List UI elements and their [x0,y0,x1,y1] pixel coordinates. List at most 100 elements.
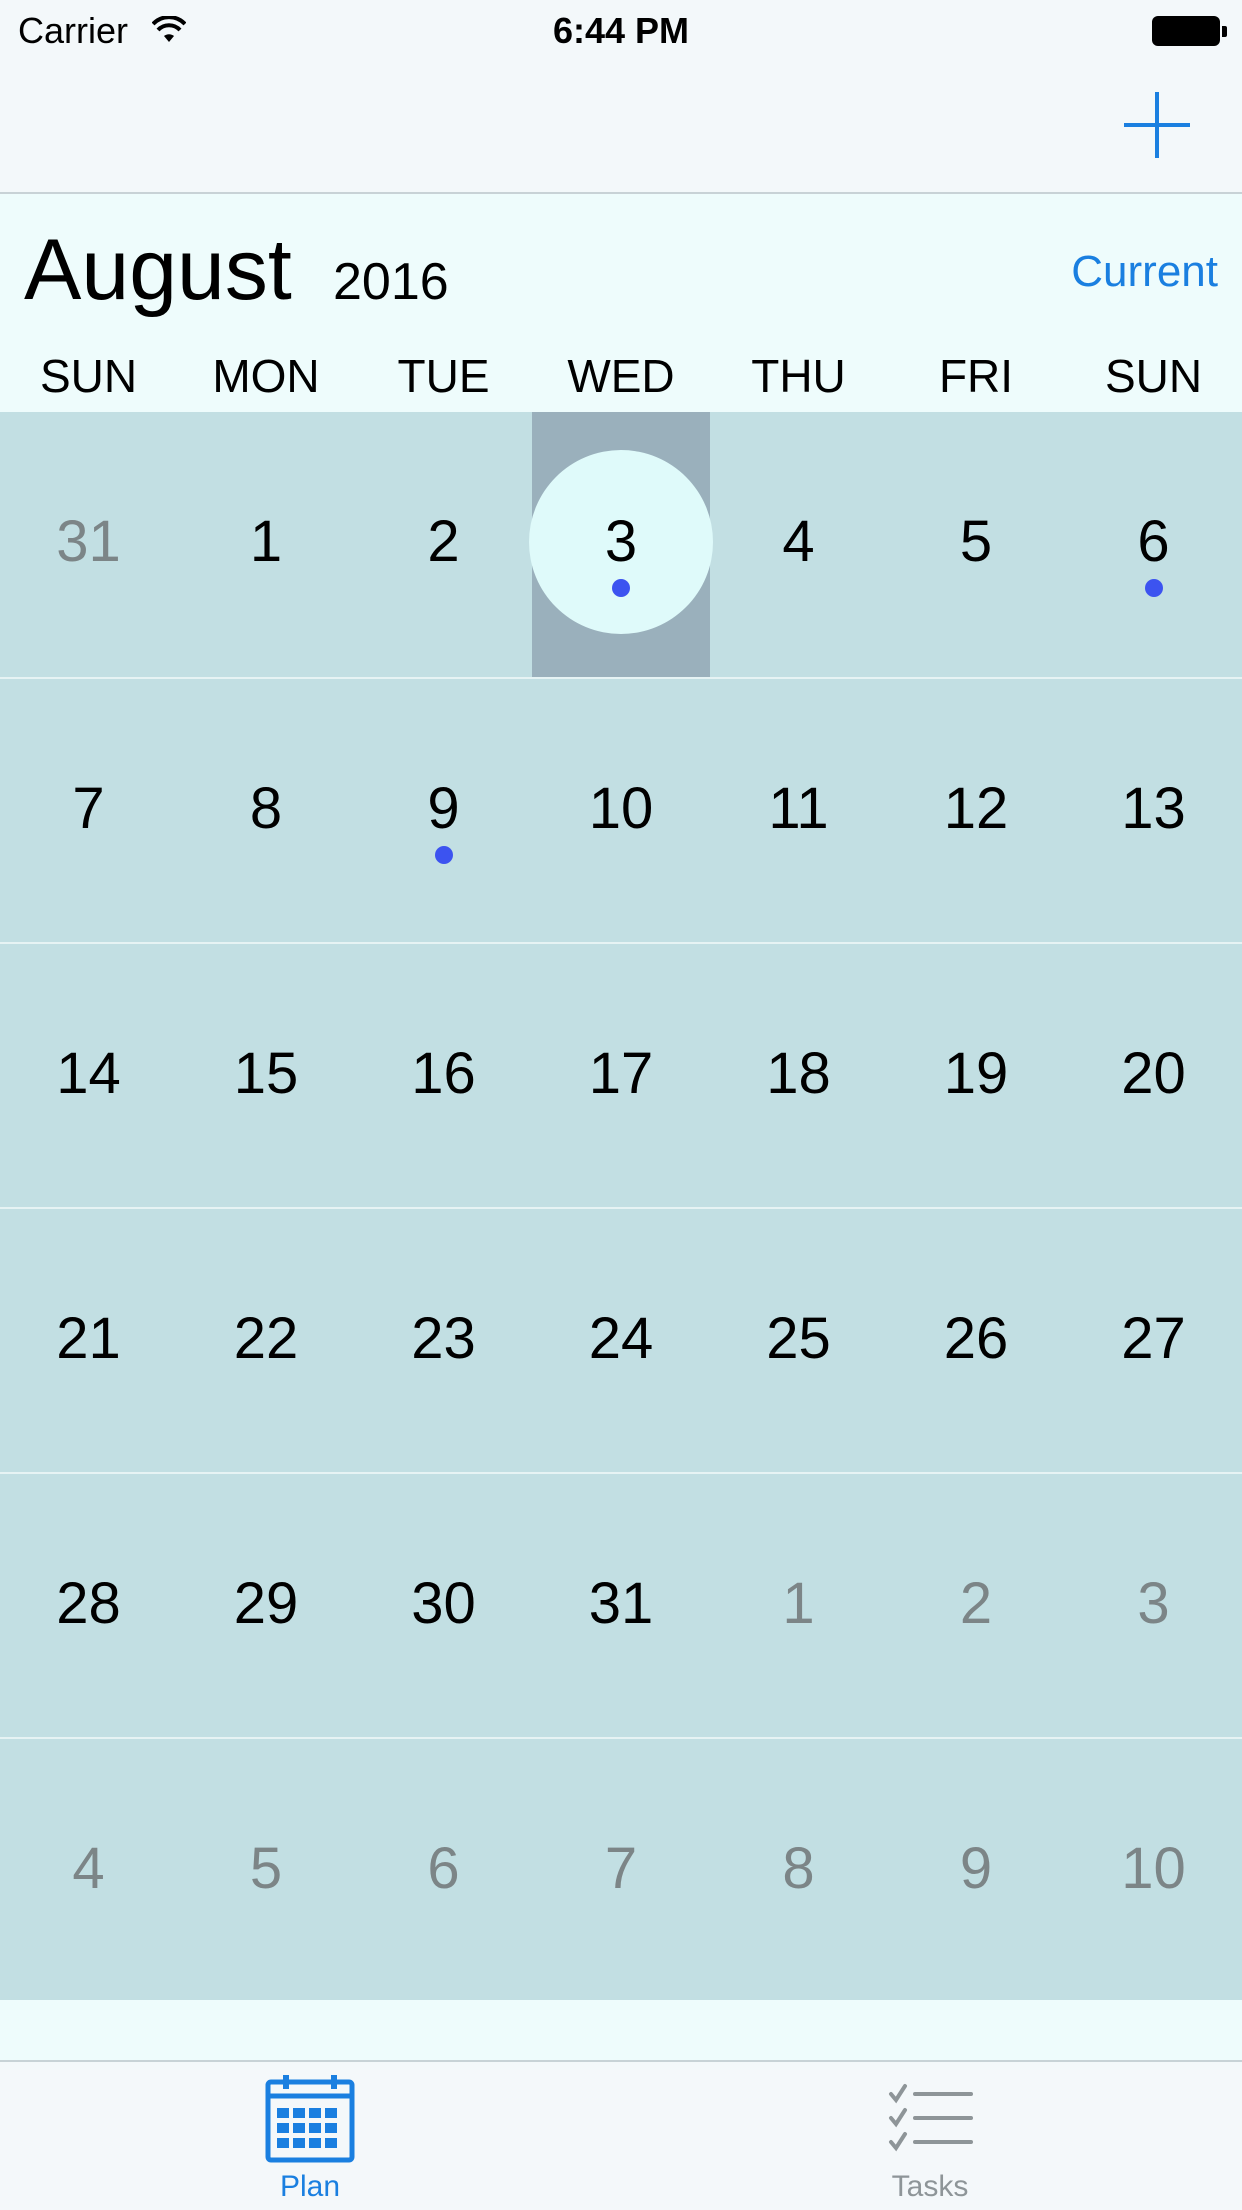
calendar-day[interactable]: 18 [710,944,887,1209]
day-number: 18 [766,1041,831,1106]
weekday-label: SUN [39,350,138,402]
tab-tasks-label: Tasks [891,2170,969,2203]
day-number: 11 [768,776,829,841]
calendar-day[interactable]: 5 [177,1739,355,2004]
battery-tip [1222,26,1227,37]
day-number: 17 [588,1041,654,1106]
calendar-day[interactable]: 7 [532,1739,710,2004]
calendar-day[interactable]: 1 [710,1474,887,1739]
calendar-day[interactable]: 10 [1065,1739,1242,2004]
calendar-week-row: 7 8 9 10 11 12 13 [0,677,1242,944]
calendar-day[interactable]: 4 [710,412,887,677]
day-number: 4 [782,509,815,574]
calendar-day[interactable]: 29 [177,1474,355,1739]
calendar-day[interactable]: 30 [355,1474,532,1739]
tab-tasks[interactable]: Tasks [870,2062,990,2210]
calendar-week-row: 4 5 6 7 8 9 10 [0,1737,1242,2004]
month-title: August [24,222,292,318]
day-number: 26 [943,1306,1009,1371]
day-number: 19 [943,1041,1009,1106]
calendar-day[interactable]: 8 [710,1739,887,2004]
calendar-day[interactable]: 12 [887,679,1065,944]
calendar-day-selected[interactable]: 3 [529,412,713,677]
status-bar: Carrier 6:44 PM [0,0,1242,62]
calendar-week-row: 31 1 2 3 4 5 6 [0,412,1242,677]
day-number: 25 [766,1306,831,1371]
day-number: 10 [588,776,654,841]
day-number: 15 [233,1041,299,1106]
tab-bar: Plan Tasks [0,2060,1242,2210]
day-number: 1 [249,509,283,574]
day-number: 12 [943,776,1009,841]
calendar-day[interactable]: 7 [0,679,177,944]
day-number: 21 [56,1306,121,1371]
tab-plan[interactable]: Plan [250,2062,370,2210]
calendar-day[interactable]: 10 [532,679,710,944]
battery-icon [1152,16,1220,46]
calendar-day[interactable]: 24 [532,1209,710,1474]
weekday-header: SUN MON TUE WED THU FRI SUN [0,340,1242,412]
calendar-day[interactable]: 25 [710,1209,887,1474]
day-number: 8 [782,1836,815,1901]
day-number: 7 [72,776,105,841]
calendar-day[interactable]: 26 [887,1209,1065,1474]
day-number: 6 [427,1836,460,1901]
calendar-day[interactable]: 2 [355,412,532,677]
weekday-label: TUE [397,350,490,402]
calendar-day[interactable]: 23 [355,1209,532,1474]
current-button[interactable]: Current [1071,246,1218,298]
day-number: 10 [1121,1836,1186,1901]
calendar-day[interactable]: 1 [177,412,355,677]
calendar-day[interactable]: 9 [887,1739,1065,2004]
calendar-day[interactable]: 8 [177,679,355,944]
calendar-day[interactable]: 19 [887,944,1065,1209]
calendar-day[interactable]: 9 [355,679,532,944]
calendar-day[interactable]: 20 [1065,944,1242,1209]
day-number: 24 [588,1306,654,1371]
calendar-day[interactable]: 13 [1065,679,1242,944]
day-number: 31 [588,1571,654,1636]
day-number: 23 [411,1306,476,1371]
calendar-day[interactable]: 17 [532,944,710,1209]
calendar-day[interactable]: 11 [710,679,887,944]
calendar-day[interactable]: 22 [177,1209,355,1474]
day-number: 3 [1137,1571,1170,1636]
checklist-icon [889,2084,973,2152]
tab-plan-label: Plan [279,2170,341,2203]
calendar-day[interactable]: 6 [355,1739,532,2004]
day-number: 30 [411,1571,476,1636]
day-number: 14 [56,1041,121,1106]
navigation-bar [0,62,1242,194]
day-number: 2 [959,1571,993,1636]
calendar-day[interactable]: 27 [1065,1209,1242,1474]
calendar-day[interactable]: 2 [887,1474,1065,1739]
calendar-day[interactable]: 4 [0,1739,177,2004]
calendar-day[interactable]: 28 [0,1474,177,1739]
day-number: 9 [427,776,460,841]
weekday-label: SUN [1104,350,1203,402]
calendar-day[interactable]: 6 [1065,412,1242,677]
calendar-day[interactable]: 21 [0,1209,177,1474]
weekday-label: WED [567,350,675,402]
day-number: 8 [249,776,283,841]
calendar-day[interactable]: 15 [177,944,355,1209]
calendar-day[interactable]: 16 [355,944,532,1209]
day-number: 1 [782,1571,815,1636]
weekday-label: THU [751,350,846,402]
day-number: 16 [411,1041,476,1106]
calendar-day[interactable]: 5 [887,412,1065,677]
year-label: 2016 [333,253,449,311]
event-dot [612,579,630,597]
day-number: 6 [1137,509,1170,574]
day-number: 29 [233,1571,299,1636]
calendar-grid: 31 1 2 3 4 5 6 7 8 9 10 11 12 13 14 15 16 17 18 19 20 21 22 23 2… [0,412,1242,2000]
calendar-day[interactable]: 31 [0,412,177,677]
calendar-day[interactable]: 3 [1065,1474,1242,1739]
calendar-icon [265,2075,355,2163]
day-number: 27 [1121,1306,1186,1371]
calendar-day[interactable]: 14 [0,944,177,1209]
calendar-week-row: 28 29 30 31 1 2 3 [0,1472,1242,1739]
calendar-day[interactable]: 31 [532,1474,710,1739]
event-dot [1144,579,1163,597]
add-button[interactable] [1124,92,1190,158]
